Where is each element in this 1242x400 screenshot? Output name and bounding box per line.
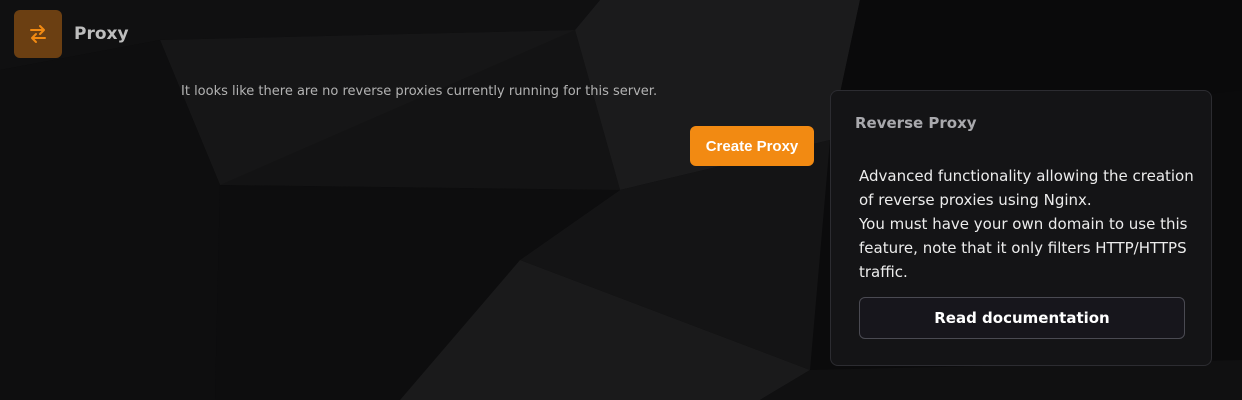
proxy-header-icon	[14, 10, 62, 58]
page-title: Proxy	[74, 24, 129, 44]
create-proxy-button[interactable]: Create Proxy	[690, 126, 814, 166]
swap-arrows-icon	[30, 25, 46, 43]
proxy-page: Proxy It looks like there are no reverse…	[0, 0, 1242, 400]
reverse-proxy-info-card: Reverse Proxy Advanced functionality all…	[830, 90, 1212, 366]
read-documentation-button[interactable]: Read documentation	[859, 297, 1185, 339]
card-description: Advanced functionality allowing the crea…	[859, 164, 1195, 284]
card-description-line2: You must have your own domain to use thi…	[859, 215, 1188, 281]
card-title: Reverse Proxy	[855, 114, 977, 132]
card-description-line1: Advanced functionality allowing the crea…	[859, 167, 1194, 209]
empty-state-message: It looks like there are no reverse proxi…	[181, 84, 658, 99]
